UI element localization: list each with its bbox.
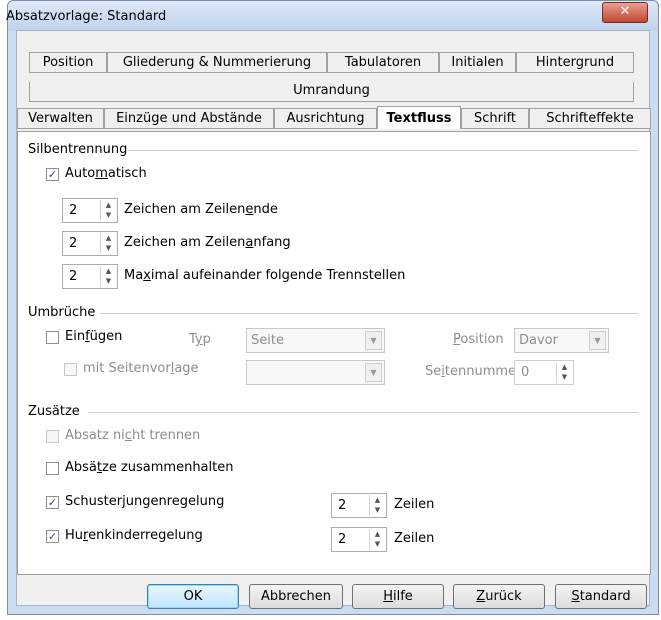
zeilenende-value: 2 xyxy=(69,203,78,218)
position-value: Davor xyxy=(519,333,558,348)
typ-select[interactable]: Seite ▼ xyxy=(246,328,385,353)
zeilenende-spinbox[interactable]: 2 ▲ ▼ xyxy=(62,198,118,223)
check-icon: ✓ xyxy=(47,168,58,181)
position-label: Position xyxy=(453,332,504,347)
seitenvorlage-select[interactable]: ▼ xyxy=(246,360,385,385)
tab-einzuege[interactable]: Einzüge und Abstände xyxy=(104,108,274,129)
spin-down-icon[interactable]: ▼ xyxy=(101,276,116,287)
tab-gliederung[interactable]: Gliederung & Nummerierung xyxy=(107,52,327,73)
hurenkinder-checkbox[interactable]: ✓ xyxy=(46,530,59,543)
seitennummer-value: 0 xyxy=(521,365,530,380)
einfuegen-checkbox[interactable] xyxy=(46,331,59,344)
zusammenhalten-checkbox[interactable] xyxy=(46,462,59,475)
section-divider xyxy=(100,313,638,314)
schusterjungen-spinbox[interactable]: 2 ▲ ▼ xyxy=(331,493,387,518)
seitenvorlage-label: mit Seitenvorlage xyxy=(83,361,199,376)
spin-down-icon[interactable]: ▼ xyxy=(370,505,385,516)
spin-arrows: ▲ ▼ xyxy=(556,362,572,383)
seitenvorlage-checkbox[interactable] xyxy=(64,363,77,376)
spin-arrows: ▲ ▼ xyxy=(100,233,116,254)
automatisch-label: Automatisch xyxy=(65,166,147,181)
close-button[interactable]: ✕ xyxy=(602,2,648,23)
spin-arrows: ▲ ▼ xyxy=(100,200,116,221)
check-icon: ✓ xyxy=(47,496,58,509)
schusterjungen-checkbox[interactable]: ✓ xyxy=(46,496,59,509)
einfuegen-label: Einfügen xyxy=(65,329,123,344)
section-divider xyxy=(128,150,638,151)
chevron-down-icon: ▼ xyxy=(589,331,606,350)
reset-button[interactable]: Zurück xyxy=(453,584,545,609)
zeilenanfang-value: 2 xyxy=(69,236,78,251)
hurenkinder-spinbox[interactable]: 2 ▲ ▼ xyxy=(331,527,387,552)
hurenkinder-value: 2 xyxy=(338,532,347,547)
typ-value: Seite xyxy=(251,333,284,348)
hurenkinder-unit: Zeilen xyxy=(394,531,435,546)
chevron-down-icon: ▼ xyxy=(365,331,382,350)
tab-initialen[interactable]: Initialen xyxy=(439,52,516,73)
tab-verwalten[interactable]: Verwalten xyxy=(17,108,104,129)
zeilenanfang-spinbox[interactable]: 2 ▲ ▼ xyxy=(62,231,118,256)
spin-arrows: ▲ ▼ xyxy=(369,495,385,516)
zusammenhalten-label: Absätze zusammenhalten xyxy=(65,460,234,475)
hurenkinder-label: Hurenkinderregelung xyxy=(65,528,203,543)
tab-umrandung[interactable]: Umrandung xyxy=(29,82,634,102)
help-button[interactable]: Hilfe xyxy=(352,584,444,609)
dialog-client-area: Position Gliederung & Nummerierung Tabul… xyxy=(16,30,651,609)
seitennummer-spinbox[interactable]: 0 ▲ ▼ xyxy=(514,360,574,385)
zeilenende-label: Zeichen am Zeilenende xyxy=(124,202,278,217)
trennstellen-spinbox[interactable]: 2 ▲ ▼ xyxy=(62,264,118,289)
tab-schrift[interactable]: Schrift xyxy=(461,108,529,129)
tab-position[interactable]: Position xyxy=(29,52,107,73)
tab-textfluss[interactable]: Textfluss xyxy=(377,106,461,129)
zusaetze-heading: Zusätze xyxy=(28,404,80,419)
section-divider xyxy=(88,412,638,413)
ok-button[interactable]: OK xyxy=(147,584,239,609)
position-select[interactable]: Davor ▼ xyxy=(514,328,609,353)
tab-tabulatoren[interactable]: Tabulatoren xyxy=(327,52,439,73)
spin-down-icon[interactable]: ▼ xyxy=(370,539,385,550)
tab-schrifteffekte[interactable]: Schrifteffekte xyxy=(529,108,651,129)
trennstellen-value: 2 xyxy=(69,269,78,284)
automatisch-checkbox[interactable]: ✓ xyxy=(46,168,59,181)
typ-label: Typ xyxy=(189,332,211,347)
silbentrennung-heading: Silbentrennung xyxy=(28,142,128,157)
schusterjungen-label: Schusterjungenregelung xyxy=(65,494,225,509)
spin-down-icon[interactable]: ▼ xyxy=(101,210,116,221)
nicht-trennen-checkbox[interactable] xyxy=(46,430,59,443)
umbrueche-heading: Umbrüche xyxy=(28,305,96,320)
spin-down-icon[interactable]: ▼ xyxy=(101,243,116,254)
schusterjungen-value: 2 xyxy=(338,498,347,513)
title-bar[interactable]: Absatzvorlage: Standard ✕ xyxy=(6,1,658,31)
cancel-button[interactable]: Abbrechen xyxy=(249,584,343,609)
window-title: Absatzvorlage: Standard xyxy=(6,9,167,24)
chevron-down-icon: ▼ xyxy=(365,363,382,382)
close-icon: ✕ xyxy=(619,4,631,19)
tab-ausrichtung[interactable]: Ausrichtung xyxy=(274,108,377,129)
spin-arrows: ▲ ▼ xyxy=(100,266,116,287)
textfluss-panel: Silbentrennung ✓ Automatisch 2 ▲ ▼ Zeich… xyxy=(17,131,651,575)
zeilenanfang-label: Zeichen am Zeilenanfang xyxy=(124,235,291,250)
nicht-trennen-label: Absatz nicht trennen xyxy=(65,428,201,443)
spin-down-icon[interactable]: ▼ xyxy=(557,372,572,383)
seitennummer-label: Seitennummer xyxy=(425,364,522,379)
tab-hintergrund[interactable]: Hintergrund xyxy=(516,52,634,73)
schusterjungen-unit: Zeilen xyxy=(394,497,435,512)
trennstellen-label: Maximal aufeinander folgende Trennstelle… xyxy=(124,268,406,283)
spin-arrows: ▲ ▼ xyxy=(369,529,385,550)
dialog-window: Absatzvorlage: Standard ✕ Position Glied… xyxy=(6,0,659,615)
check-icon: ✓ xyxy=(47,530,58,543)
standard-button[interactable]: Standard xyxy=(555,584,647,609)
